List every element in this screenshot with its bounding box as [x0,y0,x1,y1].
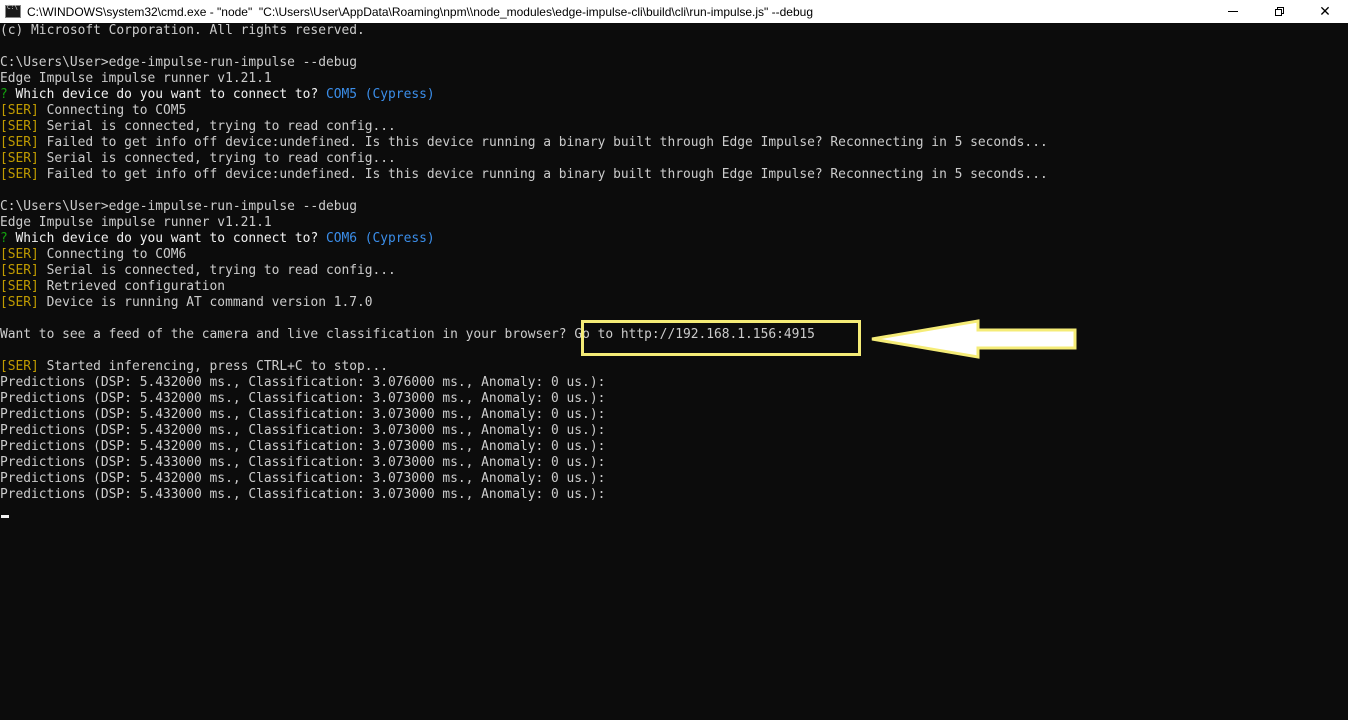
prediction-line: Predictions (DSP: 5.432000 ms., Classifi… [0,375,606,390]
command-line: C:\Users\User>edge-impulse-run-impulse -… [0,199,357,214]
text-cursor [1,515,9,518]
log-message: Connecting to COM5 [38,103,187,118]
copyright-line: (c) Microsoft Corporation. All rights re… [0,23,365,38]
log-message: Connecting to COM6 [38,247,187,262]
arrow-pointing-left-icon [871,319,1077,359]
prediction-line: Predictions (DSP: 5.432000 ms., Classifi… [0,439,606,454]
log-line: [SER] Failed to get info off device:unde… [0,135,1348,151]
log-message: Device is running AT command version 1.7… [38,295,373,310]
ser-tag: [SER] [0,263,39,278]
prediction-line: Predictions (DSP: 5.432000 ms., Classifi… [0,423,606,438]
restore-icon [1274,7,1284,16]
close-button[interactable]: ✕ [1302,0,1348,23]
selected-device: COM5 (Cypress) [318,87,435,102]
log-message: Serial is connected, trying to read conf… [38,263,396,278]
log-line: [SER] Connecting to COM5 [0,103,1348,119]
prediction-line: Predictions (DSP: 5.432000 ms., Classifi… [0,391,606,406]
close-icon: ✕ [1319,3,1331,20]
command-line: C:\Users\User>edge-impulse-run-impulse -… [0,55,357,70]
log-line: [SER] Serial is connected, trying to rea… [0,151,1348,167]
ser-tag: [SER] [0,167,39,182]
ser-tag: [SER] [0,247,39,262]
log-message: Started inferencing, press CTRL+C to sto… [38,359,389,374]
device-prompt-line: ? Which device do you want to connect to… [0,231,1348,247]
ser-tag: [SER] [0,359,39,374]
device-question: Which device do you want to connect to? [7,87,319,102]
question-mark: ? [0,231,8,246]
url-highlight-box [581,320,861,356]
minimize-icon [1228,11,1238,12]
prediction-line: Predictions (DSP: 5.432000 ms., Classifi… [0,471,606,486]
log-line: [SER] Connecting to COM6 [0,247,1348,263]
log-line: [SER] Retrieved configuration [0,279,1348,295]
ser-tag: [SER] [0,103,39,118]
log-message: Serial is connected, trying to read conf… [38,119,396,134]
ser-tag: [SER] [0,151,39,166]
log-message: Serial is connected, trying to read conf… [38,151,396,166]
log-line: [SER] Serial is connected, trying to rea… [0,119,1348,135]
log-line: [SER] Serial is connected, trying to rea… [0,263,1348,279]
minimize-button[interactable] [1210,0,1256,23]
log-line: [SER] Started inferencing, press CTRL+C … [0,359,1348,375]
log-message: Failed to get info off device:undefined.… [38,135,1048,150]
console-output[interactable]: (c) Microsoft Corporation. All rights re… [0,23,1348,720]
ser-tag: [SER] [0,135,39,150]
log-message: Retrieved configuration [38,279,226,294]
version-line: Edge Impulse impulse runner v1.21.1 [0,71,272,86]
prediction-line: Predictions (DSP: 5.433000 ms., Classifi… [0,487,606,502]
window-title: C:\WINDOWS\system32\cmd.exe - "node" "C:… [27,4,814,19]
feed-prompt: Want to see a feed of the camera and liv… [0,327,575,342]
log-line: [SER] Failed to get info off device:unde… [0,167,1348,183]
ser-tag: [SER] [0,119,39,134]
device-question: Which device do you want to connect to? [7,231,319,246]
cmd-icon[interactable] [5,4,21,18]
device-prompt-line: ? Which device do you want to connect to… [0,87,1348,103]
log-message: Failed to get info off device:undefined.… [38,167,1048,182]
version-line: Edge Impulse impulse runner v1.21.1 [0,215,272,230]
window-controls: ✕ [1210,0,1348,23]
log-line: [SER] Device is running AT command versi… [0,295,1348,311]
question-mark: ? [0,87,8,102]
selected-device: COM6 (Cypress) [318,231,435,246]
prediction-line: Predictions (DSP: 5.432000 ms., Classifi… [0,407,606,422]
restore-button[interactable] [1256,0,1302,23]
cmd-window: C:\WINDOWS\system32\cmd.exe - "node" "C:… [0,0,1348,720]
title-bar[interactable]: C:\WINDOWS\system32\cmd.exe - "node" "C:… [0,0,1348,23]
prediction-line: Predictions (DSP: 5.433000 ms., Classifi… [0,455,606,470]
ser-tag: [SER] [0,295,39,310]
ser-tag: [SER] [0,279,39,294]
